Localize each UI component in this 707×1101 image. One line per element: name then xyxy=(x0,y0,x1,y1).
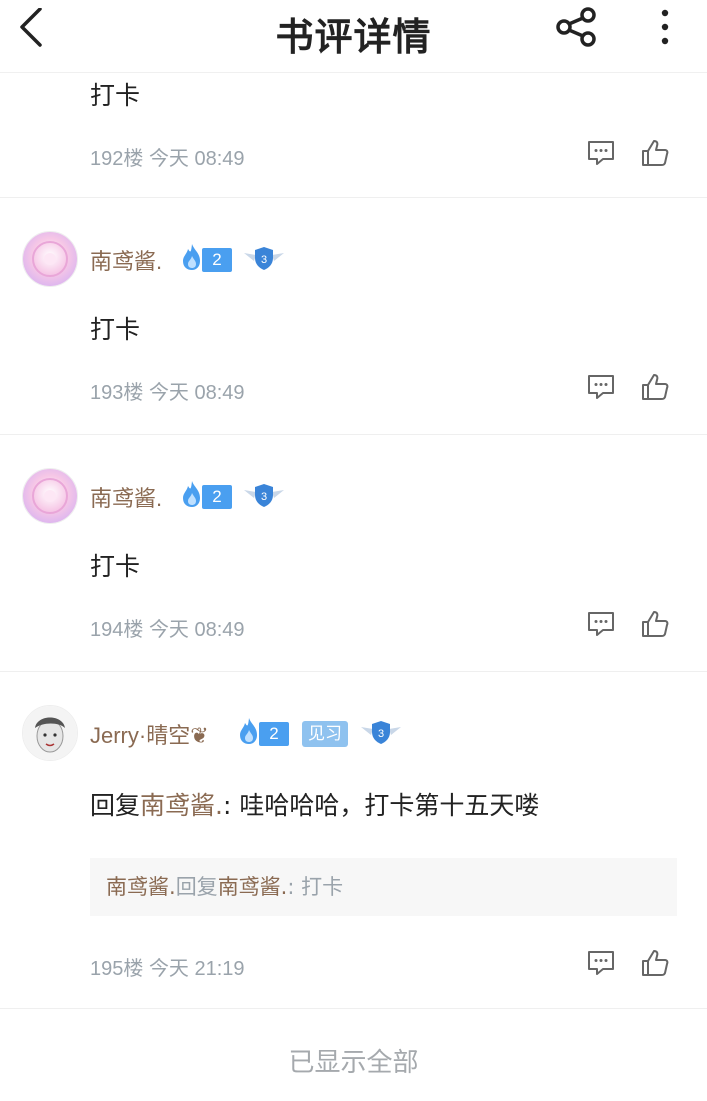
more-icon[interactable] xyxy=(650,6,680,50)
fire-icon xyxy=(183,481,200,507)
comment-icon[interactable] xyxy=(586,609,616,639)
comment-item: Jerry·晴空❦ 2 见习 3 回复南鸢酱.: 哇哈哈哈，打卡第十五天喽 南鸢… xyxy=(0,672,707,1009)
avatar[interactable] xyxy=(22,468,78,524)
username[interactable]: 南鸢酱. xyxy=(90,244,162,276)
reply-prefix: 回复 xyxy=(90,791,141,820)
comment-time: 今天 08:49 xyxy=(148,382,245,404)
comment-time: 今天 21:19 xyxy=(148,958,245,980)
svg-text:3: 3 xyxy=(378,728,384,740)
svg-text:3: 3 xyxy=(261,254,267,266)
comment-item: 打卡 192楼 今天 08:49 xyxy=(0,72,707,198)
reply-text: 哇哈哈哈，打卡第十五天喽 xyxy=(239,791,540,820)
fire-icon xyxy=(183,244,200,270)
reply-separator: : xyxy=(222,791,240,820)
svg-text:3: 3 xyxy=(261,491,267,503)
quote-target[interactable]: 南鸢酱. xyxy=(218,875,288,899)
avatar[interactable] xyxy=(22,231,78,287)
comment-meta: 195楼 今天 21:19 xyxy=(90,952,245,981)
comment-meta: 192楼 今天 08:49 xyxy=(90,142,245,171)
quote-author[interactable]: 南鸢酱. xyxy=(106,875,176,899)
comment-icon[interactable] xyxy=(586,372,616,402)
quote-separator: : xyxy=(287,875,302,899)
comment-content: 打卡 xyxy=(90,315,141,344)
fire-level-badge: 2 xyxy=(237,718,289,746)
floor-number: 195楼 xyxy=(90,958,144,980)
fire-level: 2 xyxy=(202,485,232,509)
divider xyxy=(0,1008,707,1009)
fire-level: 2 xyxy=(259,722,289,746)
comment-meta: 193楼 今天 08:49 xyxy=(90,376,245,405)
comment-icon[interactable] xyxy=(586,948,616,978)
comment-meta: 194楼 今天 08:49 xyxy=(90,613,245,642)
like-icon[interactable] xyxy=(640,609,670,639)
floor-number: 192楼 xyxy=(90,148,144,170)
comment-content: 回复南鸢酱.: 哇哈哈哈，打卡第十五天喽 xyxy=(90,786,539,822)
page-title: 书评详情 xyxy=(275,14,432,59)
quote-mid: 回复 xyxy=(175,875,218,899)
username[interactable]: Jerry·晴空❦ xyxy=(90,718,209,750)
shield-icon: 3 xyxy=(244,247,284,270)
shield-icon: 3 xyxy=(244,484,284,507)
comment-content: 打卡 xyxy=(90,552,141,581)
comment-item: 南鸢酱. 2 3 打卡 193楼 今天 08:49 xyxy=(0,198,707,435)
like-icon[interactable] xyxy=(640,138,670,168)
end-of-list-label: 已显示全部 xyxy=(288,1048,419,1078)
shield-icon: 3 xyxy=(361,721,401,744)
comment-item: 南鸢酱. 2 3 打卡 194楼 今天 08:49 xyxy=(0,435,707,672)
fire-level: 2 xyxy=(202,248,232,272)
top-bar: 书评详情 xyxy=(0,0,707,73)
comment-time: 今天 08:49 xyxy=(148,619,245,641)
comment-time: 今天 08:49 xyxy=(148,148,245,170)
floor-number: 193楼 xyxy=(90,382,144,404)
reply-mention[interactable]: 南鸢酱. xyxy=(140,791,223,820)
rank-badge: 见习 xyxy=(302,721,348,747)
fire-level-badge: 2 xyxy=(180,481,232,509)
like-icon[interactable] xyxy=(640,372,670,402)
username[interactable]: 南鸢酱. xyxy=(90,481,162,513)
comment-content: 打卡 xyxy=(90,81,141,110)
like-icon[interactable] xyxy=(640,948,670,978)
quoted-comment[interactable]: 南鸢酱.回复南鸢酱.: 打卡 xyxy=(90,858,677,916)
comment-icon[interactable] xyxy=(586,138,616,168)
quote-text: 打卡 xyxy=(301,875,344,899)
floor-number: 194楼 xyxy=(90,619,144,641)
share-icon[interactable] xyxy=(552,5,600,49)
avatar[interactable] xyxy=(22,705,78,761)
fire-icon xyxy=(240,718,257,744)
fire-level-badge: 2 xyxy=(180,244,232,272)
